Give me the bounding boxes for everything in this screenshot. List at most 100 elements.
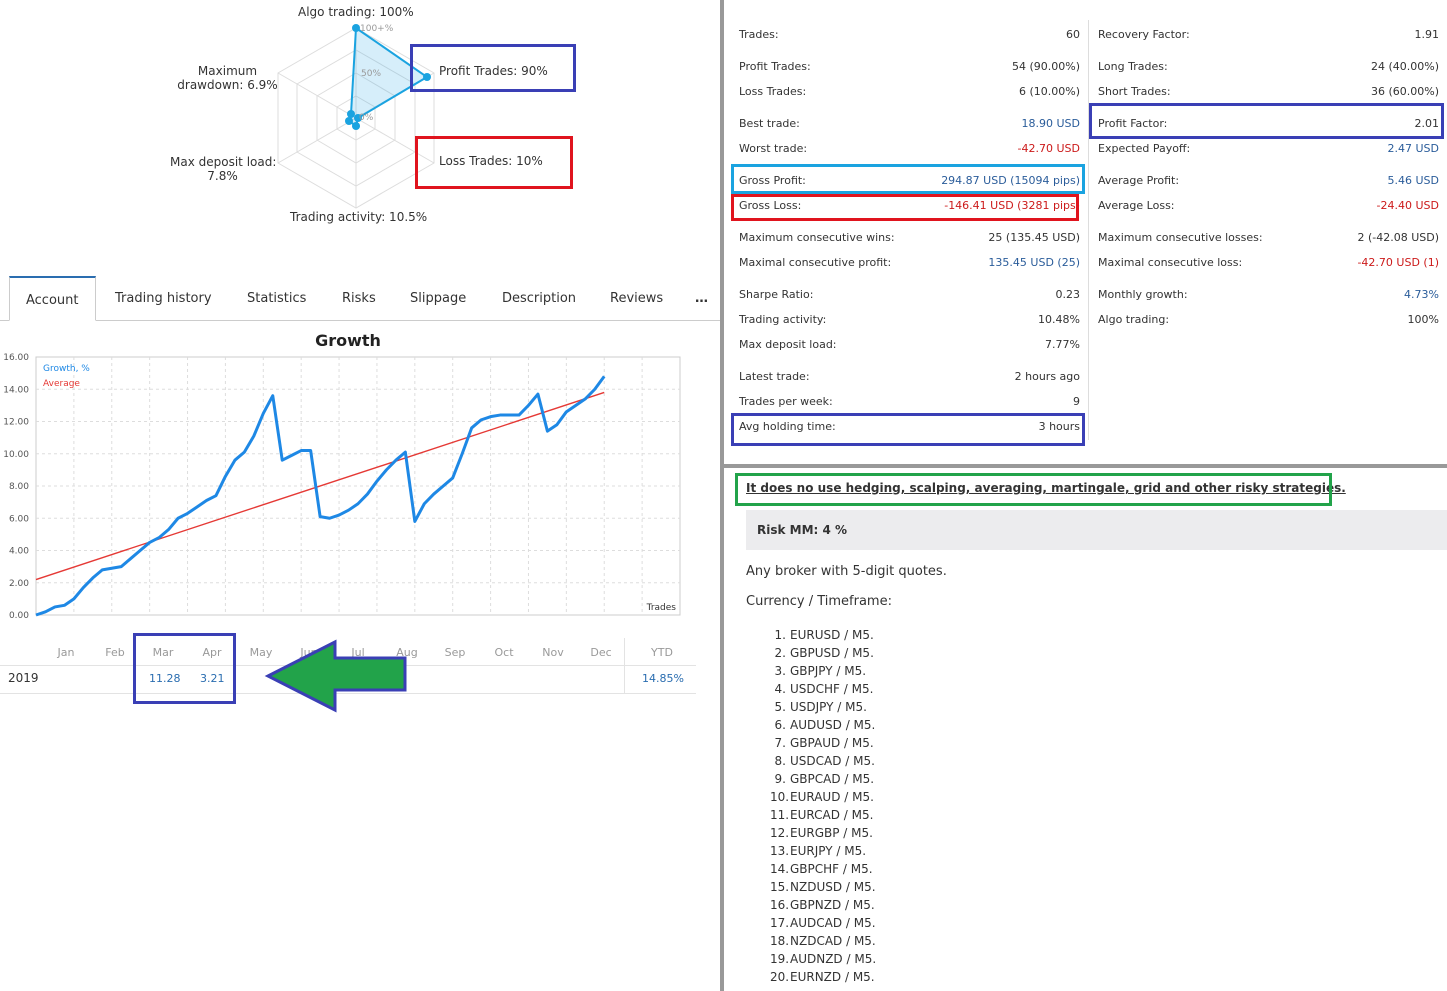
stat-label: Average Profit: [1098,174,1180,187]
risk-label: Risk MM: 4 % [757,523,848,537]
y-tick-label: 16.00 [3,353,29,363]
stat-label: Trades: [739,28,779,41]
stat-label: Trading activity: [739,313,827,326]
stat-value: 9 [1073,395,1080,408]
stat-value: 10.48% [1038,313,1080,326]
currency-pair-item: 12.EURGBP / M5. [770,826,873,840]
currency-pair-item: 13.EURJPY / M5. [770,844,867,858]
highlight-gross-profit [731,164,1085,194]
y-tick-label: 2.00 [9,579,29,589]
highlight-loss-trades [415,136,573,189]
stat-row: Expected Payoff: 2.47 USD [1098,142,1439,160]
stat-label: Algo trading: [1098,313,1170,326]
tab-slippage[interactable]: Slippage [410,276,466,319]
stat-label: Loss Trades: [739,85,807,98]
currency-pair-item: 1. EURUSD / M5. [774,628,874,642]
stat-label: Max deposit load: [739,338,837,351]
highlight-headline [735,473,1332,506]
legend-growth: Growth, % [43,364,90,374]
stat-row: Maximum consecutive wins: 25 (135.45 USD) [739,231,1080,249]
currency-pair-item: 15.NZDUSD / M5. [770,880,876,894]
stat-label: Maximal consecutive profit: [739,256,892,269]
panel-divider-horizontal [724,464,1447,468]
currency-pair-item: 9. GBPCAD / M5. [774,772,875,786]
stat-row: Maximum consecutive losses: 2 (-42.08 USD… [1098,231,1439,249]
x-axis-label: Trades [646,603,677,613]
stat-row: Sharpe Ratio: 0.23 [739,288,1080,306]
stat-row: Trades per week: 9 [739,395,1080,413]
radar-scale-0: 0% [359,113,374,123]
stat-label: Recovery Factor: [1098,28,1190,41]
tab-statistics[interactable]: Statistics [247,276,306,319]
growth-chart: 0481216202428323640444852566064680.002.0… [3,353,681,620]
stat-row: Recovery Factor: 1.91 [1098,28,1439,46]
currency-pair-item: 16.GBPNZD / M5. [770,898,875,912]
stat-label: Maximum consecutive wins: [739,231,895,244]
broker-note: Any broker with 5-digit quotes. [746,564,947,579]
highlight-avg-holding [731,413,1085,446]
stat-value: 100% [1407,313,1439,326]
stat-value: -42.70 USD (1) [1357,256,1439,269]
y-tick-label: 8.00 [9,482,29,492]
month-header: Nov [542,646,564,659]
stat-value: 135.45 USD (25) [988,256,1080,269]
legend-average: Average [43,379,80,389]
stats-column-separator [1088,20,1089,440]
stat-row: Average Loss: -24.40 USD [1098,199,1439,217]
stat-value: 0.23 [1055,288,1081,301]
month-header-ytd: YTD [651,646,673,659]
tab-reviews[interactable]: Reviews [610,276,663,319]
currency-pair-item: 4. USDCHF / M5. [774,682,874,696]
currency-pair-item: 3. GBPJPY / M5. [774,664,867,678]
radar-svg: 100+% 50% 0% [277,24,435,209]
y-tick-label: 10.00 [3,450,29,460]
stat-label: Maximum consecutive losses: [1098,231,1263,244]
stat-value: 5.46 USD [1387,174,1440,187]
stat-label: Average Loss: [1098,199,1175,212]
highlight-profit-factor [1089,103,1444,139]
stat-value: 1.91 [1414,28,1440,41]
stat-label: Worst trade: [739,142,808,155]
tab-risks[interactable]: Risks [342,276,376,319]
radar-chart: 100+% 50% 0% Algo trading: 100% Profit T… [0,0,720,240]
radar-scale-50: 50% [361,69,381,79]
y-tick-label: 12.00 [3,418,29,428]
stat-value: 36 (60.00%) [1370,85,1439,98]
radar-label-drawdown-1: Maximum [197,64,258,78]
more-tabs-icon[interactable]: … [695,276,708,319]
y-tick-label: 4.00 [9,547,29,557]
stat-row: Monthly growth: 4.73% [1098,288,1439,306]
stat-label: Long Trades: [1098,60,1168,73]
currency-pair-item: 2. GBPUSD / M5. [774,646,874,660]
stat-row: Average Profit: 5.46 USD [1098,174,1439,192]
stat-row: Maximal consecutive profit: 135.45 USD (2… [739,256,1080,274]
tab-trading-history[interactable]: Trading history [115,276,212,319]
radar-label-activity: Trading activity: 10.5% [290,210,428,224]
y-tick-label: 0.00 [9,611,29,620]
tab-account[interactable]: Account [9,276,96,321]
stat-value: 2 (-42.08 USD) [1357,231,1439,244]
stat-row: Loss Trades: 6 (10.00%) [739,85,1080,103]
stat-label: Trades per week: [739,395,833,408]
stat-label: Best trade: [739,117,800,130]
stat-value: 6 (10.00%) [1018,85,1080,98]
stat-label: Sharpe Ratio: [739,288,814,301]
stat-row: Latest trade: 2 hours ago [739,370,1080,388]
stat-value: 2.47 USD [1387,142,1440,155]
stat-value: 60 [1066,28,1080,41]
panel-divider-vertical [720,0,724,991]
stat-value: 24 (40.00%) [1370,60,1439,73]
currency-pair-item: 17.AUDCAD / M5. [770,916,876,930]
stat-row: Trading activity: 10.48% [739,313,1080,331]
stat-row: Best trade: 18.90 USD [739,117,1080,135]
green-arrow [264,639,407,713]
stat-label: Monthly growth: [1098,288,1188,301]
stat-value: 18.90 USD [1021,117,1081,130]
tab-description[interactable]: Description [502,276,576,319]
stat-row: Worst trade: -42.70 USD [739,142,1080,160]
tab-bar: Account Trading history Statistics Risks… [0,276,720,321]
currency-pair-item: 7. GBPAUD / M5. [774,736,874,750]
risk-box: Risk MM: 4 % [746,510,1447,550]
currency-pair-list: 1. EURUSD / M5. 2. GBPUSD / M5. 3. GBPJPY / M… [770,626,876,986]
radar-label-algo: Algo trading: 100% [298,5,414,19]
